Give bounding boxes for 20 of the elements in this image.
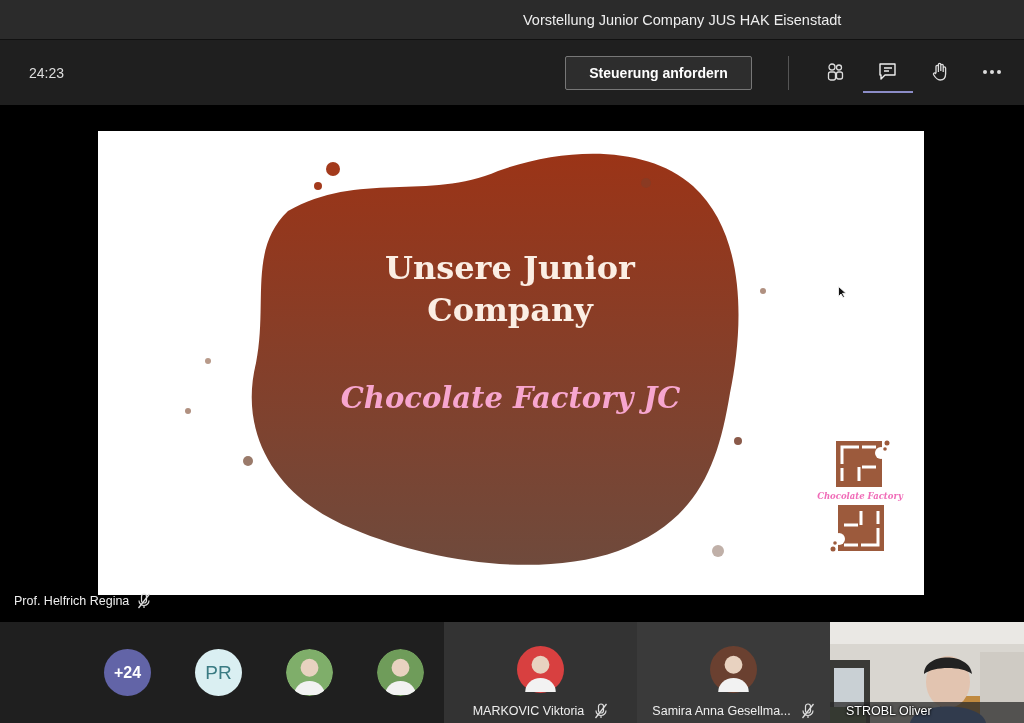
call-timer: 24:23: [29, 64, 66, 81]
window-title: Vorstellung Junior Company JUS HAK Eisenstadt: [523, 11, 842, 28]
more-participants-button[interactable]: +24: [104, 649, 151, 696]
slide-subtitle: Chocolate Factory JC: [339, 381, 682, 415]
participant-name: MARKOVIC Viktoria: [472, 704, 585, 718]
chat-icon: [878, 61, 898, 82]
participant-name: Prof. Helfrich Regina: [14, 594, 130, 608]
mouse-cursor-icon: [838, 286, 846, 298]
slide-title: Unsere Junior Company: [384, 248, 637, 331]
people-icon: [826, 61, 846, 82]
avatar: [286, 649, 333, 696]
request-control-button[interactable]: Steuerung anfordern: [565, 55, 752, 90]
participant-name: Samira Anna Gesellma...: [652, 704, 791, 718]
logo-text: Chocolate Factory: [817, 491, 903, 501]
more-icon: [983, 69, 1001, 74]
avatar: [710, 646, 757, 693]
avatar: PR: [195, 649, 242, 696]
avatar: [377, 649, 424, 696]
avatar: [517, 646, 564, 693]
participant-name: STROBL Oliver: [846, 704, 932, 718]
